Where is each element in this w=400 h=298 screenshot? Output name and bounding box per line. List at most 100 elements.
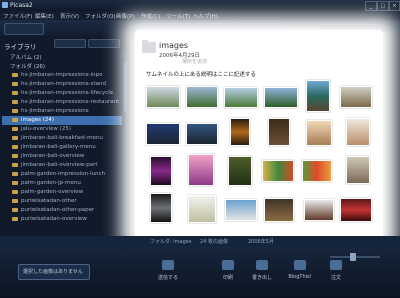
zoom-slider-knob[interactable]	[350, 253, 356, 261]
blogthis-button[interactable]: BlogThis!	[286, 258, 314, 288]
close-button[interactable]: ×	[389, 1, 400, 11]
status-left: フォルダ: images	[150, 239, 192, 245]
thumbnail[interactable]	[262, 160, 294, 182]
thumbnail[interactable]	[340, 86, 372, 108]
folder-item[interactable]: puriwisatadan-overview	[2, 215, 122, 224]
folder-item[interactable]: jimbaran-bali-overview	[2, 152, 122, 161]
folder-icon	[12, 172, 18, 176]
menu-picture[interactable]: 画像(P)	[116, 12, 135, 20]
folder-icon	[12, 82, 18, 86]
folder-icon	[12, 208, 18, 212]
maximize-button[interactable]: □	[377, 1, 389, 11]
app-window: Picasa2 _ □ × ファイル(F) 編集(E) 表示(V) フォルダ(O…	[0, 0, 400, 298]
folder-item[interactable]: jimbaran-bali-overview-part	[2, 161, 122, 170]
group-albums[interactable]: アルバム (2)	[2, 52, 122, 61]
print-button[interactable]: 印刷	[214, 258, 242, 288]
thumbnail[interactable]	[186, 123, 218, 145]
tab-button-b[interactable]	[88, 39, 120, 48]
folder-icon	[142, 40, 156, 53]
status-date: 2006年5月	[248, 239, 274, 245]
folder-icon	[12, 73, 18, 77]
folder-icon	[12, 199, 18, 203]
folder-item[interactable]: jimbaran-bali-gallery-menu	[2, 143, 122, 152]
thumbnail[interactable]	[225, 199, 257, 221]
thumbnail[interactable]	[230, 118, 250, 146]
menu-create[interactable]: 作成(C)	[141, 12, 160, 20]
thumbnail[interactable]	[306, 120, 332, 146]
order-icon	[330, 260, 342, 270]
menu-edit[interactable]: 編集(E)	[35, 12, 54, 20]
folder-item[interactable]: palm-garden-jp-menu	[2, 179, 122, 188]
status-bar: フォルダ: images 24 枚の画像 2006年5月	[0, 236, 400, 246]
blog-icon	[294, 260, 306, 270]
folder-item[interactable]: palm-garden-impression-lunch	[2, 170, 122, 179]
picture-tray[interactable]: 選択した画像はありません	[18, 264, 90, 280]
folder-icon	[12, 136, 18, 140]
thumbnail[interactable]	[302, 160, 332, 182]
printer-icon	[222, 260, 234, 270]
menu-tools[interactable]: ツール(T)	[166, 12, 190, 20]
thumbnail[interactable]	[188, 154, 214, 186]
folder-icon	[12, 217, 18, 221]
folder-item[interactable]: hs-jimbaran-impressions-inpo	[2, 71, 122, 80]
thumbnail[interactable]	[186, 86, 218, 108]
sidebar: ライブラリ アルバム (2) フォルダ (26) hs-jimbaran-imp…	[0, 36, 128, 236]
thumbnail[interactable]	[150, 156, 172, 186]
thumbnail[interactable]	[146, 86, 180, 108]
status-count: 24 枚の画像	[200, 239, 228, 245]
thumbnail[interactable]	[264, 198, 294, 222]
folder-item[interactable]: hs-jimbaran-impressions	[2, 107, 122, 116]
folder-item[interactable]: puriwisatadan-other-paper	[2, 206, 122, 215]
export-button[interactable]: 書き出し	[248, 258, 276, 288]
order-button[interactable]: 注文	[322, 258, 350, 288]
library-title: ライブラリ	[4, 43, 37, 51]
folder-icon	[12, 145, 18, 149]
folder-icon	[12, 127, 18, 131]
folder-item-selected[interactable]: images (24)	[2, 116, 122, 125]
menu-file[interactable]: ファイル(F)	[3, 12, 32, 20]
album-place[interactable]: 場所を追加	[182, 58, 207, 65]
folder-item[interactable]: jimbaran-bali-breakfast-menu	[2, 134, 122, 143]
folder-item[interactable]: hs-jimbaran-impressions-restaurant	[2, 98, 122, 107]
thumbnail[interactable]	[146, 123, 180, 145]
thumbnail[interactable]	[224, 87, 258, 108]
send-button[interactable]: 送信する	[154, 258, 182, 288]
folder-item[interactable]: puriwisatadan-other	[2, 197, 122, 206]
tab-button-a[interactable]	[54, 39, 86, 48]
folder-item[interactable]: hs-jimbaran-impressions-stand	[2, 80, 122, 89]
folder-item[interactable]: hs-jimbaran-impressions-lifecycle	[2, 89, 122, 98]
thumbnail[interactable]	[346, 156, 370, 184]
folder-icon	[12, 163, 18, 167]
scrollbar-thumb[interactable]	[124, 62, 127, 112]
folder-item[interactable]: jalu-overview (25)	[2, 125, 122, 134]
email-icon	[162, 260, 174, 270]
menu-view[interactable]: 表示(V)	[60, 12, 79, 20]
export-icon	[256, 260, 268, 270]
thumbnail[interactable]	[150, 193, 172, 223]
folder-icon	[12, 190, 18, 194]
folder-icon	[12, 118, 18, 122]
thumbnail[interactable]	[304, 199, 334, 221]
folder-item[interactable]: palm-garden-overview	[2, 188, 122, 197]
thumbnail[interactable]	[306, 80, 330, 112]
album-description[interactable]: サムネイルの上にある説明はここに記述する	[146, 70, 256, 78]
picasa-icon	[2, 2, 8, 8]
menu-folder[interactable]: フォルダ(O)	[85, 12, 116, 20]
thumbnail[interactable]	[340, 198, 372, 222]
folder-icon	[12, 109, 18, 113]
thumbnail[interactable]	[268, 118, 290, 146]
group-folders[interactable]: フォルダ (26)	[2, 61, 122, 70]
folder-icon	[12, 181, 18, 185]
thumbnail[interactable]	[346, 118, 370, 146]
thumbnail[interactable]	[188, 195, 216, 223]
folder-icon	[12, 91, 18, 95]
album-header: images 2006年4月29日 場所を追加 サムネイルの上にある説明はここに…	[142, 40, 372, 80]
import-button[interactable]	[4, 23, 44, 35]
menu-help[interactable]: ヘルプ(H)	[193, 12, 218, 20]
minimize-button[interactable]: _	[365, 1, 377, 11]
thumbnail[interactable]	[228, 156, 252, 186]
thumbnail[interactable]	[264, 87, 298, 108]
tray-label: 選択した画像はありません	[23, 269, 83, 275]
folder-icon	[12, 100, 18, 104]
folder-icon	[12, 154, 18, 158]
